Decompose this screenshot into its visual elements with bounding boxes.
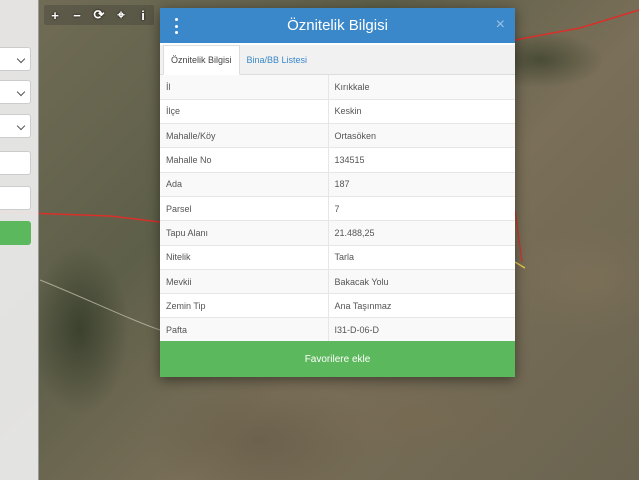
table-row: Pafta I31-D-06-D [160,317,515,343]
modal-title: Öznitelik Bilgisi [287,17,388,34]
refresh-button[interactable]: ⟳ [88,5,110,25]
locate-button[interactable]: ⌖ [110,5,132,25]
table-row: Zemin Tip Ana Taşınmaz [160,293,515,319]
table-row: İl Kırıkkale [160,75,515,100]
modal-tabs: Öznitelik Bilgisi Bina/BB Listesi [160,45,515,75]
map-toolbar: + − ⟳ ⌖ i [44,5,154,25]
kebab-menu-icon[interactable] [172,18,180,34]
table-row: Mevkii Bakacak Yolu [160,269,515,295]
province-select[interactable] [0,47,31,71]
modal-header: Öznitelik Bilgisi × [160,8,515,43]
attribute-key: İlçe [160,99,329,125]
attribute-value: Bakacak Yolu [328,269,515,295]
attribute-value: Tarla [328,245,515,270]
attribute-key: Mevkii [160,269,329,295]
attribute-key: Parsel [160,196,329,222]
attribute-value: Keskin [328,99,515,125]
table-row: Nitelik Tarla [160,245,515,270]
attribute-key: Zemin Tip [160,293,329,319]
attribute-value: 187 [328,172,515,197]
attribute-key: İl [160,75,329,100]
table-row: Mahalle/Köy Ortasöken [160,123,515,149]
zoom-out-button[interactable]: − [66,5,88,25]
table-row: Parsel 7 [160,196,515,222]
tab-attribute-info[interactable]: Öznitelik Bilgisi [163,45,240,75]
close-icon[interactable]: × [496,16,505,34]
attribute-value: I31-D-06-D [328,317,515,343]
attribute-key: Tapu Alanı [160,220,329,246]
table-row: Ada 187 [160,172,515,197]
attribute-value: Kırıkkale [328,75,515,100]
attribute-key: Ada [160,172,329,197]
attribute-value: Ana Taşınmaz [328,293,515,319]
tab-building-list[interactable]: Bina/BB Listesi [240,45,315,74]
attribute-value: 134515 [328,147,515,173]
info-button[interactable]: i [132,5,154,25]
district-select[interactable] [0,80,31,104]
attribute-value: Ortasöken [328,123,515,149]
attribute-key: Mahalle No [160,147,329,173]
query-button[interactable] [0,221,31,245]
table-row: Mahalle No 134515 [160,147,515,173]
left-panel [0,0,39,480]
neighborhood-select[interactable] [0,114,31,138]
attribute-key: Pafta [160,317,329,343]
zoom-in-button[interactable]: + [44,5,66,25]
block-input[interactable] [0,151,31,175]
add-favorites-button[interactable]: Favorilere ekle [160,341,515,377]
attribute-value: 7 [328,196,515,222]
table-row: Tapu Alanı 21.488,25 [160,220,515,246]
attribute-key: Mahalle/Köy [160,123,329,149]
attribute-table: İl Kırıkkale İlçe Keskin Mahalle/Köy Ortasöke… [160,75,515,343]
parcel-input[interactable] [0,186,31,210]
attribute-key: Nitelik [160,245,329,270]
attribute-info-modal: Öznitelik Bilgisi × Öznitelik Bilgisi Bi… [160,8,515,377]
attribute-value: 21.488,25 [328,220,515,246]
table-row: İlçe Keskin [160,99,515,125]
